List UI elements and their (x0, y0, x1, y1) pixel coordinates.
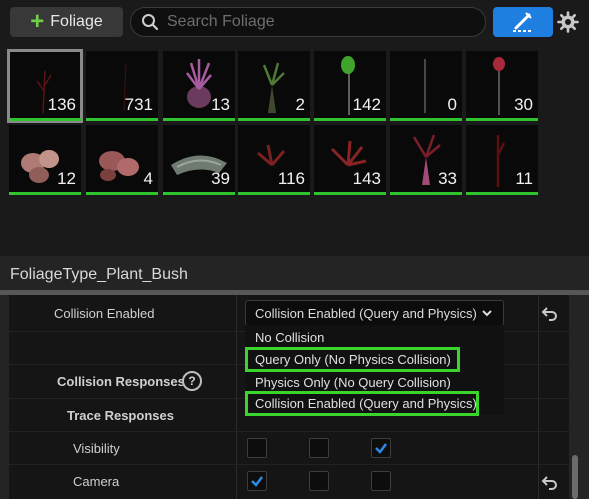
instance-count: 136 (47, 95, 76, 114)
trace-responses-label: Trace Responses (67, 408, 174, 423)
instance-count: 142 (352, 95, 381, 114)
visibility-block-checkbox[interactable] (371, 438, 391, 458)
foliage-tile[interactable]: 143 (314, 125, 386, 195)
camera-row: Camera (9, 465, 569, 499)
collision-enabled-dropdown: No Collision Query Only (No Physics Coll… (245, 325, 504, 416)
visibility-ignore-checkbox[interactable] (247, 438, 267, 458)
paint-mode-button[interactable] (493, 7, 553, 37)
instance-count: 143 (352, 169, 381, 188)
collision-enabled-combo[interactable]: Collision Enabled (Query and Physics) (245, 300, 504, 326)
dropdown-option-highlighted[interactable]: Query Only (No Physics Collision) (245, 347, 460, 372)
reset-to-default-icon[interactable] (540, 305, 560, 321)
foliage-tile[interactable]: 33 (390, 125, 462, 195)
visibility-label: Visibility (73, 441, 120, 456)
dropdown-option-label: No Collision (255, 329, 325, 345)
collision-responses-label: Collision Responses (57, 374, 185, 389)
foliage-tile[interactable]: 39 (163, 125, 235, 195)
checkmark-icon (251, 476, 263, 487)
visibility-overlap-checkbox[interactable] (309, 438, 329, 458)
instance-count: 12 (57, 169, 76, 188)
dropdown-option-label: Query Only (No Physics Collision) (255, 352, 451, 367)
search-input[interactable] (167, 13, 467, 31)
instance-count: 0 (447, 95, 457, 114)
foliage-tile[interactable]: 11 (466, 125, 538, 195)
camera-label: Camera (73, 474, 120, 489)
gear-icon[interactable] (557, 11, 579, 33)
instance-count: 11 (515, 169, 533, 188)
camera-overlap-checkbox[interactable] (309, 471, 329, 491)
instance-count: 33 (438, 169, 457, 188)
details-scrollbar[interactable] (572, 455, 578, 499)
camera-block-checkbox[interactable] (371, 471, 391, 491)
foliage-tile[interactable]: 12 (9, 125, 81, 195)
foliage-tile[interactable]: 0 (390, 51, 462, 121)
instance-count: 30 (514, 95, 533, 114)
dropdown-option[interactable]: Physics Only (No Query Collision) (245, 371, 451, 393)
search-box[interactable] (130, 7, 486, 37)
camera-ignore-checkbox[interactable] (247, 471, 267, 491)
foliage-tile[interactable]: 142 (314, 51, 386, 121)
instance-count: 731 (124, 95, 153, 114)
dropdown-option-highlighted[interactable]: Collision Enabled (Query and Physics) (245, 391, 479, 416)
visibility-row: Visibility (9, 432, 569, 465)
search-icon (142, 14, 159, 31)
foliage-tile[interactable]: 116 (238, 125, 310, 195)
collision-enabled-label: Collision Enabled (54, 306, 155, 321)
foliage-tile[interactable]: 30 (466, 51, 538, 121)
instance-count: 13 (211, 95, 230, 114)
reset-to-default-icon[interactable] (540, 474, 560, 490)
plus-icon: + (30, 8, 45, 35)
foliage-toolbar: + Foliage (0, 0, 589, 44)
dropdown-option-label: Physics Only (No Query Collision) (255, 374, 451, 390)
collision-enabled-value: Collision Enabled (Query and Physics) (255, 305, 477, 321)
foliage-tile[interactable]: 731 (86, 51, 158, 121)
instance-count: 39 (211, 169, 230, 188)
foliage-tile[interactable]: 13 (163, 51, 235, 121)
chevron-down-icon (482, 310, 492, 317)
add-foliage-label: Foliage (50, 13, 103, 30)
instance-count: 4 (143, 169, 153, 188)
add-foliage-button[interactable]: + Foliage (10, 7, 123, 37)
dropdown-option-label: Collision Enabled (Query and Physics) (255, 396, 477, 411)
help-icon[interactable]: ? (182, 371, 202, 391)
instance-count: 2 (295, 95, 305, 114)
instance-count: 116 (277, 169, 305, 188)
details-title: FoliageType_Plant_Bush (10, 266, 188, 283)
paint-brush-icon (513, 12, 533, 32)
dropdown-option[interactable]: No Collision (245, 326, 324, 348)
foliage-tile[interactable]: 4 (86, 125, 158, 195)
checkmark-icon (375, 443, 387, 454)
foliage-tile[interactable]: 136 (7, 49, 83, 123)
foliage-tile[interactable]: 2 (238, 51, 310, 121)
